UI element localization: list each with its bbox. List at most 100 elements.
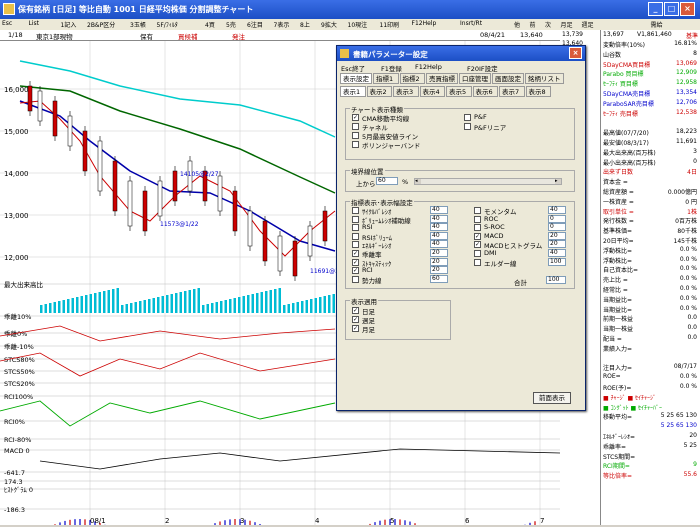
toolbar-item-11[interactable]: 9拡大 bbox=[321, 20, 337, 29]
indicator-width-input[interactable]: 100 bbox=[548, 257, 566, 266]
indicator-checkbox[interactable]: ✓ bbox=[474, 241, 481, 249]
toolbar-item-19[interactable]: 月足 bbox=[561, 20, 573, 29]
chart-type-checkbox[interactable] bbox=[464, 123, 471, 130]
scroll-left-icon[interactable]: ◂ bbox=[415, 179, 421, 184]
indicator-checkbox[interactable]: ✓ bbox=[352, 258, 359, 266]
display-checkbox[interactable]: ✓ bbox=[352, 325, 359, 332]
tab-tabs2-0[interactable]: 表示1 bbox=[340, 86, 366, 97]
tab-tabs2-6[interactable]: 表示7 bbox=[499, 86, 525, 97]
tab-tabs2-3[interactable]: 表示4 bbox=[419, 86, 445, 97]
indicator-checkbox[interactable]: ✓ bbox=[474, 232, 481, 240]
info-high: 13,739 bbox=[562, 31, 583, 38]
indicator-checkbox[interactable] bbox=[352, 207, 359, 214]
total-label: 合計 bbox=[514, 279, 527, 287]
toolbar-item-1[interactable]: List bbox=[29, 20, 40, 27]
indicator-checkbox[interactable] bbox=[352, 224, 359, 232]
toolbar-item-18[interactable]: 次 bbox=[545, 20, 551, 29]
volume-bar bbox=[323, 296, 326, 313]
dialog-close-button[interactable]: × bbox=[569, 47, 582, 59]
indicator-width-input[interactable]: 20 bbox=[430, 266, 448, 275]
front-display-button[interactable]: 前面表示 bbox=[533, 392, 571, 404]
tab-tabs2-7[interactable]: 表示8 bbox=[525, 86, 551, 97]
indicator-checkbox[interactable] bbox=[352, 215, 359, 223]
indicator-width-input[interactable]: 20 bbox=[548, 240, 566, 249]
toolbar-item-13[interactable]: 11印刷 bbox=[380, 20, 400, 29]
indicator-checkbox[interactable] bbox=[474, 207, 481, 214]
indicator-width-input[interactable]: 40 bbox=[430, 206, 448, 214]
dialog-menu-item[interactable]: F1登録 bbox=[381, 63, 402, 73]
indicator-width-input[interactable]: 40 bbox=[548, 206, 566, 214]
toolbar-item-14[interactable]: F12Help bbox=[412, 20, 437, 27]
tab-tabs1-6[interactable]: 銘柄リスト bbox=[525, 73, 564, 84]
toolbar-item-6[interactable]: 4買 bbox=[205, 20, 215, 29]
dialog-menu-item[interactable]: Esc終了 bbox=[341, 63, 365, 73]
indicator-width-input[interactable]: 0 bbox=[548, 223, 566, 232]
chart-type-checkbox[interactable] bbox=[352, 141, 359, 148]
indicator-checkbox[interactable] bbox=[352, 241, 359, 249]
volume-bar bbox=[287, 304, 290, 313]
tab-tabs2-4[interactable]: 表示5 bbox=[446, 86, 472, 97]
indicator-checkbox[interactable]: ✓ bbox=[352, 250, 359, 257]
indicator-width-input[interactable]: 20 bbox=[430, 257, 448, 266]
indicator-width-input[interactable]: 20 bbox=[430, 249, 448, 257]
indicator-checkbox[interactable] bbox=[352, 232, 359, 240]
chart-type-checkbox[interactable] bbox=[352, 132, 359, 139]
tab-tabs1-5[interactable]: 画面設定 bbox=[492, 73, 524, 84]
display-checkbox[interactable]: ✓ bbox=[352, 307, 359, 314]
toolbar-item-2[interactable]: 1記入 bbox=[61, 20, 77, 29]
toolbar-item-16[interactable]: 他 bbox=[514, 20, 520, 29]
toolbar-item-8[interactable]: 6注目 bbox=[247, 20, 263, 29]
toolbar-item-20[interactable]: 週足 bbox=[582, 20, 594, 29]
volume-bar bbox=[98, 292, 101, 313]
toolbar-item-3[interactable]: 2B&P区分 bbox=[87, 20, 115, 29]
dialog-menu-item[interactable]: F20IF設定 bbox=[467, 63, 498, 73]
indicator-width-input[interactable]: 40 bbox=[430, 214, 448, 223]
tab-tabs1-4[interactable]: 口座管理 bbox=[459, 73, 491, 84]
indicator-checkbox[interactable] bbox=[474, 215, 481, 223]
tab-tabs1-2[interactable]: 指標2 bbox=[399, 73, 425, 84]
tab-tabs1-3[interactable]: 売買指標 bbox=[426, 73, 458, 84]
tab-tabs1-0[interactable]: 表示設定 bbox=[340, 73, 372, 84]
indicator-width-input[interactable]: 40 bbox=[548, 249, 566, 257]
indicator-checkbox[interactable] bbox=[352, 275, 359, 283]
indicator-checkbox[interactable] bbox=[474, 224, 481, 232]
tab-tabs2-5[interactable]: 表示6 bbox=[472, 86, 498, 97]
chart-type-checkbox[interactable]: ✓ bbox=[352, 114, 359, 121]
display-checkbox[interactable]: ✓ bbox=[352, 316, 359, 323]
scroll-right-icon[interactable]: ▸ bbox=[555, 179, 561, 184]
toolbar-item-12[interactable]: 10現注 bbox=[348, 20, 368, 29]
indicator-width-input[interactable]: 40 bbox=[430, 231, 448, 240]
indicator-checkbox[interactable]: ✓ bbox=[352, 267, 359, 275]
indicator-width-input[interactable]: 40 bbox=[430, 223, 448, 232]
border-scrollbar[interactable]: ◂ ▸ bbox=[414, 178, 562, 185]
tab-tabs2-1[interactable]: 表示2 bbox=[366, 86, 392, 97]
toolbar-item-7[interactable]: 5売 bbox=[226, 20, 236, 29]
toolbar-item-0[interactable]: Esc bbox=[2, 20, 12, 27]
x-axis-label: 2 bbox=[165, 517, 169, 525]
close-button[interactable]: × bbox=[680, 2, 695, 16]
toolbar-item-15[interactable]: Insrt/Rt bbox=[460, 20, 482, 27]
chart-type-checkbox[interactable] bbox=[352, 123, 359, 130]
dialog-menu-item[interactable]: F12Help bbox=[415, 63, 442, 71]
toolbar-item-10[interactable]: 8上 bbox=[300, 20, 310, 29]
tab-tabs1-1[interactable]: 指標1 bbox=[373, 73, 399, 84]
toolbar-item-4[interactable]: 3玉帳 bbox=[130, 20, 146, 29]
volume-bar bbox=[103, 291, 106, 313]
total-input[interactable]: 100 bbox=[546, 276, 566, 284]
indicator-width-input[interactable]: 20 bbox=[548, 231, 566, 240]
minimize-button[interactable]: _ bbox=[648, 2, 663, 16]
indicator-width-input[interactable]: 0 bbox=[548, 214, 566, 223]
toolbar-item-9[interactable]: 7表示 bbox=[274, 20, 290, 29]
toolbar-item-5[interactable]: 5F/ﾌｨﾙﾀ bbox=[157, 20, 178, 29]
toolbar-item-24[interactable]: 需給 bbox=[651, 20, 663, 29]
toolbar-item-17[interactable]: 前 bbox=[530, 20, 536, 29]
maximize-button[interactable]: □ bbox=[664, 2, 679, 16]
info-row: 注目入力= 08/7/17 bbox=[603, 363, 699, 372]
indicator-checkbox[interactable] bbox=[474, 250, 481, 257]
chart-type-checkbox[interactable] bbox=[464, 114, 471, 121]
indicator-width-input[interactable]: 60 bbox=[430, 274, 448, 283]
tab-tabs2-2[interactable]: 表示3 bbox=[393, 86, 419, 97]
border-input[interactable]: 60 bbox=[376, 177, 398, 185]
indicator-checkbox[interactable] bbox=[474, 258, 481, 266]
indicator-width-input[interactable]: 40 bbox=[430, 240, 448, 249]
